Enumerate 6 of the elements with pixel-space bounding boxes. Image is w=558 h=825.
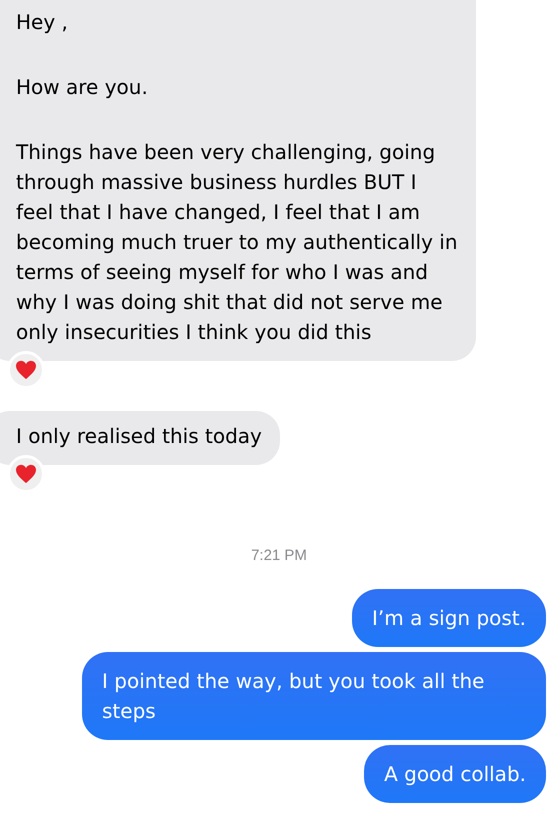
sent-message-bubble: A good collab. — [364, 744, 546, 802]
received-message-bubble: I only realised this today — [0, 411, 280, 465]
timestamp: 7:21 PM — [251, 546, 307, 566]
sent-message-bubble: I pointed the way, but you took all the steps — [82, 652, 546, 740]
received-message-bubble: Hey , How are you. Things have been very challenging, going through massive business hurdles BUT I feel that I have changed, I feel that I am becoming much truer to my authentically in terms of seeing myself for who I was and why I was doing shit that did not serve me only insecurities I think you did this — [0, 0, 476, 361]
sent-message-bubble: I’m a sign post. — [352, 588, 546, 646]
